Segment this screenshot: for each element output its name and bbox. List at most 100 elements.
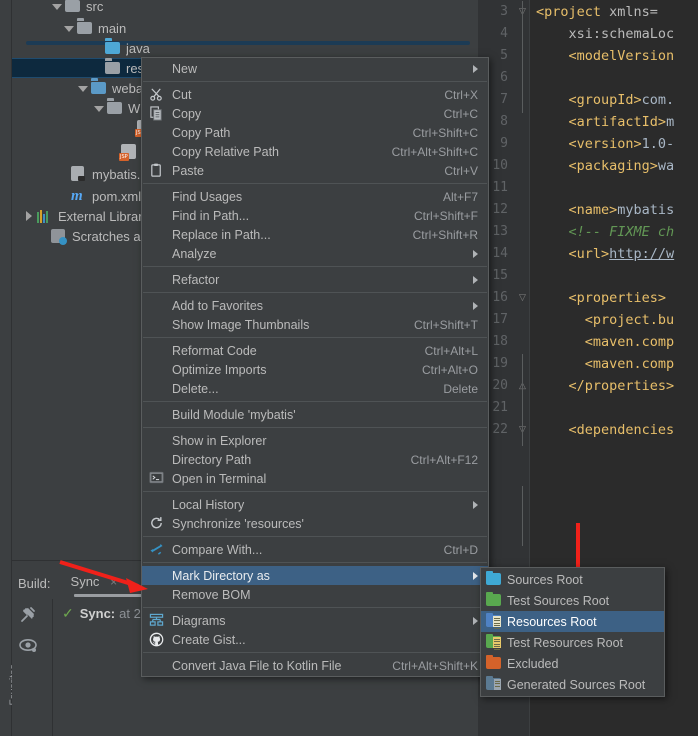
menu-item-cut[interactable]: Cut Ctrl+X	[142, 85, 488, 104]
submenu-item-test-resources-root[interactable]: Test Resources Root	[481, 632, 664, 653]
menu-item-analyze[interactable]: Analyze	[142, 244, 488, 263]
menu-item-optimize-imports[interactable]: Optimize Imports Ctrl+Alt+O	[142, 360, 488, 379]
menu-separator	[143, 266, 487, 267]
menu-item-replace-in-path[interactable]: Replace in Path... Ctrl+Shift+R	[142, 225, 488, 244]
code-line[interactable]: 4 xsi:schemaLoc	[478, 23, 698, 45]
chevron-right-icon	[473, 275, 478, 284]
mark-directory-as-submenu[interactable]: Sources Root Test Sources Root Resources R…	[480, 567, 665, 697]
context-menu[interactable]: New Cut Ctrl+X Copy Ctrl+C Copy Path Ctrl+Shif…	[141, 57, 489, 677]
code-line[interactable]: 19 <maven.comp	[478, 353, 698, 375]
code-line[interactable]: 5 <modelVersion	[478, 45, 698, 67]
code-line[interactable]: 17 <project.bu	[478, 309, 698, 331]
menu-item-synchronize-resources[interactable]: Synchronize 'resources'	[142, 514, 488, 533]
code-line[interactable]: 14 <url>http://w	[478, 243, 698, 265]
code-text: <groupId>com.	[536, 89, 675, 111]
build-status-title: Sync:	[79, 606, 116, 621]
build-tab-sync[interactable]: Sync ×	[71, 574, 118, 593]
menu-item-show-in-explorer[interactable]: Show in Explorer	[142, 431, 488, 450]
folder-orange-icon	[486, 655, 501, 670]
menu-item-label: Optimize Imports	[172, 362, 267, 377]
tree-item-java[interactable]: java	[12, 38, 478, 58]
code-line[interactable]: 22 <dependencies	[478, 419, 698, 441]
pin-icon[interactable]	[18, 605, 44, 635]
menu-item-paste[interactable]: Paste Ctrl+V	[142, 161, 488, 180]
code-line[interactable]: 6	[478, 67, 698, 89]
menu-item-build-module-mybatis[interactable]: Build Module 'mybatis'	[142, 405, 488, 424]
submenu-item-test-sources-root[interactable]: Test Sources Root	[481, 590, 664, 611]
menu-item-refactor[interactable]: Refactor	[142, 270, 488, 289]
menu-item-find-usages[interactable]: Find Usages Alt+F7	[142, 187, 488, 206]
file-iml-icon	[71, 166, 87, 182]
code-line[interactable]: 3 <project xmlns=	[478, 1, 698, 23]
menu-separator	[143, 183, 487, 184]
menu-item-mark-directory-as[interactable]: Mark Directory as	[142, 566, 488, 585]
code-text: <packaging>wa	[536, 155, 675, 177]
code-line[interactable]: 10 <packaging>wa	[478, 155, 698, 177]
tree-item-src[interactable]: src	[12, 0, 478, 16]
tree-item-main[interactable]: main	[12, 18, 478, 38]
menu-item-add-to-favorites[interactable]: Add to Favorites	[142, 296, 488, 315]
menu-item-label: Create Gist...	[172, 632, 246, 647]
menu-item-label: Copy	[172, 106, 202, 121]
chevron-down-icon[interactable]	[78, 83, 88, 93]
code-line[interactable]: 13 <!-- FIXME ch	[478, 221, 698, 243]
menu-item-shortcut: Ctrl+Alt+Shift+K	[392, 658, 478, 673]
chevron-right-icon[interactable]	[24, 211, 34, 221]
menu-item-open-in-terminal[interactable]: Open in Terminal	[142, 469, 488, 488]
code-line[interactable]: 8 <artifactId>m	[478, 111, 698, 133]
folder-gray-icon	[77, 20, 93, 36]
code-line[interactable]: 11	[478, 177, 698, 199]
build-side-toolbar[interactable]	[18, 605, 48, 665]
menu-item-remove-bom[interactable]: Remove BOM	[142, 585, 488, 604]
chevron-down-icon[interactable]	[64, 23, 74, 33]
code-line[interactable]: 18 <maven.comp	[478, 331, 698, 353]
menu-item-label: Paste	[172, 163, 204, 178]
scratches-icon	[51, 228, 67, 245]
code-line[interactable]: 21	[478, 397, 698, 419]
file-maven-icon: m	[71, 188, 83, 204]
menu-item-show-image-thumbnails[interactable]: Show Image Thumbnails Ctrl+Shift+T	[142, 315, 488, 334]
submenu-item-sources-root[interactable]: Sources Root	[481, 569, 664, 590]
menu-item-reformat-code[interactable]: Reformat Code Ctrl+Alt+L	[142, 341, 488, 360]
menu-item-diagrams[interactable]: Diagrams	[142, 611, 488, 630]
close-icon[interactable]: ×	[110, 575, 117, 589]
file-jsp-icon	[119, 144, 137, 161]
menu-item-compare-with[interactable]: Compare With... Ctrl+D	[142, 540, 488, 559]
tool-window-strip[interactable]: Favorites	[0, 0, 20, 736]
sync-icon	[149, 516, 165, 531]
menu-item-directory-path[interactable]: Directory Path Ctrl+Alt+F12	[142, 450, 488, 469]
code-line[interactable]: 20 </properties>	[478, 375, 698, 397]
code-text: <artifactId>m	[536, 111, 675, 133]
menu-item-copy[interactable]: Copy Ctrl+C	[142, 104, 488, 123]
code-line[interactable]: 15	[478, 265, 698, 287]
code-line[interactable]: 12 <name>mybatis	[478, 199, 698, 221]
chevron-down-icon[interactable]	[94, 103, 104, 113]
submenu-item-excluded[interactable]: Excluded	[481, 653, 664, 674]
code-line[interactable]: 9 <version>1.0-	[478, 133, 698, 155]
menu-item-copy-relative-path[interactable]: Copy Relative Path Ctrl+Alt+Shift+C	[142, 142, 488, 161]
menu-item-copy-path[interactable]: Copy Path Ctrl+Shift+C	[142, 123, 488, 142]
menu-item-local-history[interactable]: Local History	[142, 495, 488, 514]
submenu-item-generated-sources-root[interactable]: Generated Sources Root	[481, 674, 664, 695]
menu-item-create-gist[interactable]: Create Gist...	[142, 630, 488, 649]
menu-item-label: Mark Directory as	[172, 568, 270, 583]
submenu-item-label: Generated Sources Root	[507, 677, 646, 692]
code-line[interactable]: 16 <properties>	[478, 287, 698, 309]
menu-item-find-in-path[interactable]: Find in Path... Ctrl+Shift+F	[142, 206, 488, 225]
menu-item-convert-java-file-to-kotlin-file[interactable]: Convert Java File to Kotlin File Ctrl+Alt…	[142, 656, 488, 675]
fold-toggle-icon[interactable]: ▽	[518, 293, 527, 302]
code-token: mybatis	[617, 202, 675, 218]
code-text: <maven.comp	[536, 353, 674, 375]
menu-item-delete[interactable]: Delete... Delete	[142, 379, 488, 398]
code-token: </properties>	[568, 378, 675, 394]
menu-item-label: Compare With...	[172, 542, 263, 557]
eye-icon[interactable]	[18, 635, 44, 665]
chevron-down-icon[interactable]	[52, 1, 62, 11]
submenu-item-resources-root[interactable]: Resources Root	[481, 611, 664, 632]
menu-item-new[interactable]: New	[142, 59, 488, 78]
code-line[interactable]: 7 <groupId>com.	[478, 89, 698, 111]
